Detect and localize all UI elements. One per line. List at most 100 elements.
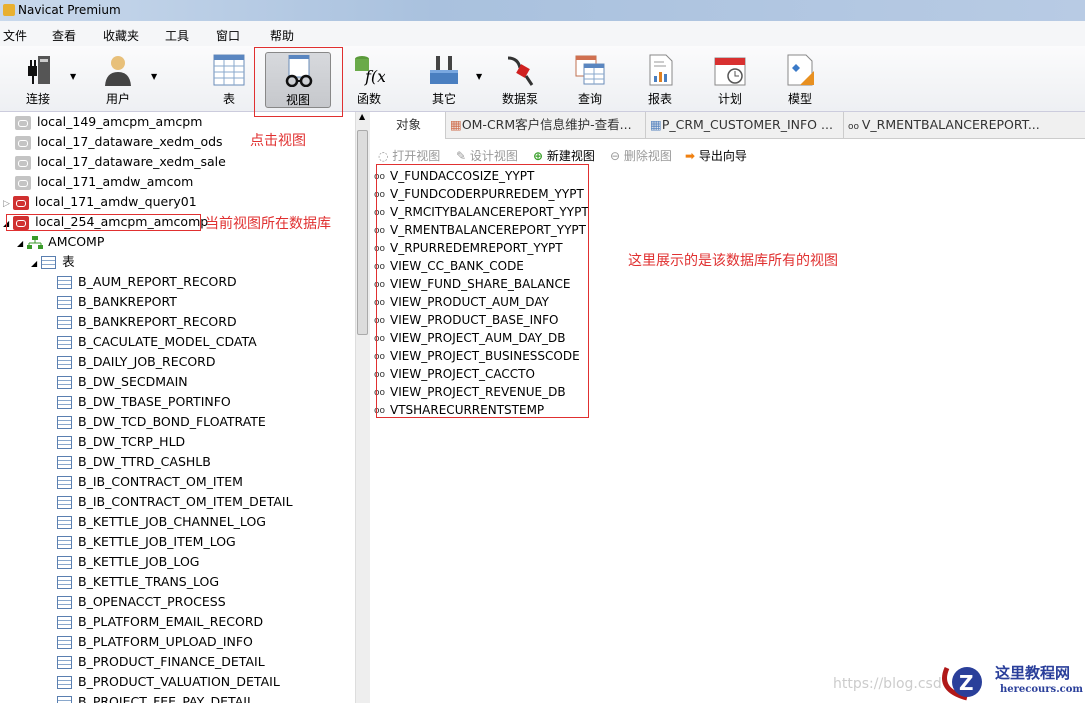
table-name: B_BANKREPORT_RECORD xyxy=(78,314,237,329)
function-button[interactable]: f(x) 函数 xyxy=(336,52,402,108)
other-dropdown-icon[interactable]: ▼ xyxy=(476,72,482,81)
current-db-highlight xyxy=(6,214,201,231)
user-button[interactable]: 用户 xyxy=(85,52,151,108)
tab-table[interactable]: ▦P_CRM_CUSTOMER_INFO ... xyxy=(646,112,844,139)
tree-table-item[interactable]: B_DW_TCD_BOND_FLOATRATE xyxy=(57,412,266,432)
table-name: B_BANKREPORT xyxy=(78,294,177,309)
table-icon xyxy=(213,54,245,86)
tab-view[interactable]: oo V_RMENTBALANCEREPORT... xyxy=(844,112,1044,139)
menu-favorites[interactable]: 收藏夹 xyxy=(103,27,139,44)
connect-button[interactable]: 连接 xyxy=(5,52,71,108)
tree-table-item[interactable]: B_AUM_REPORT_RECORD xyxy=(57,272,237,292)
tree-connection[interactable]: ▷ local_171_amdw_query01 xyxy=(3,192,197,212)
report-icon xyxy=(649,54,673,86)
tree-table-item[interactable]: B_KETTLE_JOB_LOG xyxy=(57,552,199,572)
scroll-up-icon[interactable]: ▲ xyxy=(359,112,365,121)
tree-table-item[interactable]: B_KETTLE_TRANS_LOG xyxy=(57,572,219,592)
schedule-button[interactable]: 计划 xyxy=(697,52,763,108)
svg-text:Z: Z xyxy=(959,671,974,695)
menu-window[interactable]: 窗口 xyxy=(216,27,240,44)
tree-tables-folder[interactable]: ◢ 表 xyxy=(31,252,75,272)
scrollbar-thumb[interactable] xyxy=(357,130,368,335)
user-icon xyxy=(105,56,131,86)
tree-table-item[interactable]: B_DW_TBASE_PORTINFO xyxy=(57,392,231,412)
menu-view[interactable]: 查看 xyxy=(52,27,76,44)
table-icon xyxy=(57,296,72,309)
tree-table-item[interactable]: B_PRODUCT_VALUATION_DETAIL xyxy=(57,672,280,692)
tree-connection[interactable]: local_149_amcpm_amcpm xyxy=(15,112,202,132)
table-name: B_DW_TCRP_HLD xyxy=(78,434,186,449)
app-logo-icon xyxy=(3,4,15,16)
export-wizard-button[interactable]: ➡ 导出向导 xyxy=(685,147,747,164)
tab-objects[interactable]: 对象 xyxy=(370,112,446,139)
open-view-button[interactable]: ◌ 打开视图 xyxy=(378,147,440,164)
tree-table-item[interactable]: B_IB_CONTRACT_OM_ITEM_DETAIL xyxy=(57,492,293,512)
menu-file[interactable]: 文件 xyxy=(3,27,27,44)
menu-help[interactable]: 帮助 xyxy=(270,27,294,44)
other-label: 其它 xyxy=(431,92,456,106)
table-icon xyxy=(57,616,72,629)
table-name: B_KETTLE_TRANS_LOG xyxy=(78,574,220,589)
tree-table-item[interactable]: B_IB_CONTRACT_OM_ITEM xyxy=(57,472,243,492)
table-name: B_IB_CONTRACT_OM_ITEM_DETAIL xyxy=(78,494,293,509)
open-view-icon: ◌ xyxy=(378,149,393,163)
tree-table-item[interactable]: B_OPENACCT_PROCESS xyxy=(57,592,226,612)
expand-arrow-icon[interactable]: ▷ xyxy=(3,199,10,209)
tree-table-item[interactable]: B_BANKREPORT_RECORD xyxy=(57,312,237,332)
delete-view-button[interactable]: ⊖ 删除视图 xyxy=(610,147,672,164)
tree-table-item[interactable]: B_PLATFORM_EMAIL_RECORD xyxy=(57,612,263,632)
tab-query[interactable]: ▦OM-CRM客户信息维护-查看... xyxy=(446,112,646,139)
tree-table-item[interactable]: B_DAILY_JOB_RECORD xyxy=(57,352,215,372)
table-icon xyxy=(57,356,72,369)
tree-schema[interactable]: ◢ AMCOMP xyxy=(17,232,104,252)
table-name: B_KETTLE_JOB_CHANNEL_LOG xyxy=(78,514,266,529)
tree-table-item[interactable]: B_CACULATE_MODEL_CDATA xyxy=(57,332,257,352)
tools-icon xyxy=(430,56,458,84)
tree-table-item[interactable]: B_KETTLE_JOB_CHANNEL_LOG xyxy=(57,512,266,532)
design-view-button[interactable]: ✎ 设计视图 xyxy=(456,147,518,164)
database-closed-icon xyxy=(15,155,31,170)
database-closed-icon xyxy=(15,135,31,150)
other-button[interactable]: 其它 xyxy=(411,52,477,108)
views-highlight xyxy=(376,164,589,418)
menu-tools[interactable]: 工具 xyxy=(165,27,189,44)
collapse-arrow-icon[interactable]: ◢ xyxy=(31,259,37,268)
table-icon xyxy=(57,416,72,429)
tree-table-item[interactable]: B_DW_TTRD_CASHLB xyxy=(57,452,211,472)
user-dropdown-icon[interactable]: ▼ xyxy=(151,72,157,81)
table-name: B_KETTLE_JOB_LOG xyxy=(78,554,200,569)
main-toolbar: 连接 ▼ 用户 ▼ 表 视图 f(x) 函数 其它 ▼ 数据泵 查询 报表 计划… xyxy=(0,46,1085,112)
tree-table-item[interactable]: B_DW_SECDMAIN xyxy=(57,372,188,392)
watermark-brand: 这里教程网 xyxy=(995,664,1071,682)
table-icon xyxy=(57,536,72,549)
tree-table-item[interactable]: B_KETTLE_JOB_ITEM_LOG xyxy=(57,532,236,552)
table-name: B_AUM_REPORT_RECORD xyxy=(78,274,237,289)
tree-table-item[interactable]: B_BANKREPORT xyxy=(57,292,177,312)
tab-label: P_CRM_CUSTOMER_INFO ... xyxy=(661,117,833,132)
query-button[interactable]: 查询 xyxy=(557,52,623,108)
tree-table-item[interactable]: B_DW_TCRP_HLD xyxy=(57,432,185,452)
table-icon xyxy=(57,476,72,489)
tree-connection[interactable]: local_17_dataware_xedm_ods xyxy=(15,132,223,152)
connection-name: local_149_amcpm_amcpm xyxy=(37,114,203,129)
tree-connection[interactable]: local_171_amdw_amcom xyxy=(15,172,193,192)
data-pump-button[interactable]: 数据泵 xyxy=(487,52,553,108)
table-icon xyxy=(57,656,72,669)
table-name: B_PLATFORM_EMAIL_RECORD xyxy=(78,614,264,629)
collapse-arrow-icon[interactable]: ◢ xyxy=(17,239,23,248)
table-button[interactable]: 表 xyxy=(196,52,262,108)
table-name: B_DW_TBASE_PORTINFO xyxy=(78,394,231,409)
new-view-button[interactable]: ⊕ 新建视图 xyxy=(533,147,595,164)
table-icon xyxy=(57,516,72,529)
table-icon xyxy=(57,636,72,649)
tree-table-item[interactable]: B_PLATFORM_UPLOAD_INFO xyxy=(57,632,253,652)
tree-connection[interactable]: local_17_dataware_xedm_sale xyxy=(15,152,226,172)
tree-table-item[interactable]: B_PROJECT_FEE_PAY_DETAIL xyxy=(57,692,254,703)
fuel-pump-icon xyxy=(507,56,534,86)
model-button[interactable]: 模型 xyxy=(767,52,833,108)
function-icon: f(x) xyxy=(355,56,385,86)
tree-table-item[interactable]: B_PRODUCT_FINANCE_DETAIL xyxy=(57,652,265,672)
report-button[interactable]: 报表 xyxy=(627,52,693,108)
table-icon xyxy=(57,276,72,289)
connect-dropdown-icon[interactable]: ▼ xyxy=(70,72,76,81)
